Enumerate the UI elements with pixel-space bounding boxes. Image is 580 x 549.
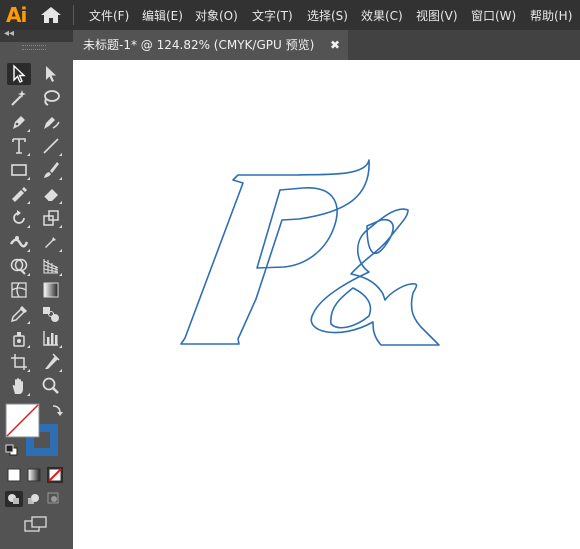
perspective-grid-icon	[43, 259, 59, 274]
menu-select[interactable]: 选择(S)	[307, 7, 348, 24]
color-mode-icon[interactable]	[7, 468, 21, 482]
type-icon	[12, 138, 26, 154]
column-graph-icon	[43, 331, 58, 346]
artboard-tool[interactable]	[7, 351, 31, 373]
direct-selection-tool-icon	[46, 66, 56, 82]
slice-icon	[45, 353, 60, 369]
fill-stroke-widget[interactable]	[4, 402, 68, 462]
hand-tool[interactable]	[7, 375, 31, 397]
document-tab-bar: 未标题-1* @ 124.82% (CMYK/GPU 预览) ✖	[73, 30, 580, 60]
draw-normal-icon[interactable]	[5, 491, 23, 507]
curvature-icon	[44, 117, 60, 129]
default-colors-icon[interactable]	[5, 444, 18, 456]
menu-type[interactable]: 文字(T)	[252, 7, 293, 24]
direct-selection-tool[interactable]	[39, 63, 63, 85]
zoom-icon	[42, 377, 59, 394]
screen-mode-icon[interactable]	[24, 515, 48, 533]
menu-window[interactable]: 窗口(W)	[471, 7, 516, 24]
gradient-tool[interactable]	[39, 279, 63, 301]
blend-icon	[43, 307, 59, 322]
tools-collapse-bar[interactable]: ◂◂	[0, 28, 73, 42]
none-mode-icon[interactable]	[47, 467, 63, 483]
shaper-icon	[12, 187, 27, 202]
selection-tool-icon	[13, 64, 26, 83]
scale-icon	[43, 210, 59, 226]
zoom-tool[interactable]	[39, 375, 63, 397]
close-tab-icon[interactable]: ✖	[330, 30, 340, 60]
fill-swatch[interactable]	[5, 403, 40, 438]
slice-tool[interactable]	[39, 351, 63, 373]
app-logo: Ai	[6, 3, 27, 27]
draw-mode-row	[5, 491, 59, 507]
eyedropper-tool[interactable]	[7, 303, 31, 325]
curvature-tool[interactable]	[39, 111, 63, 133]
rectangle-icon	[11, 164, 27, 176]
shape-builder-tool[interactable]	[7, 255, 31, 277]
line-tool[interactable]	[39, 135, 63, 157]
menu-help[interactable]: 帮助(H)	[530, 7, 572, 24]
menu-bar: Ai 文件(F) 编辑(E) 对象(O) 文字(T) 选择(S) 效果(C) 视…	[0, 0, 580, 30]
scale-tool[interactable]	[39, 207, 63, 229]
type-tool[interactable]	[7, 135, 31, 157]
width-icon	[9, 236, 29, 248]
pen-icon	[13, 116, 25, 129]
document-tab[interactable]: 未标题-1* @ 124.82% (CMYK/GPU 预览)	[73, 30, 348, 60]
lasso-icon	[44, 90, 60, 106]
mesh-tool[interactable]	[7, 279, 31, 301]
color-mode-row	[7, 467, 63, 483]
symbol-sprayer-icon	[13, 332, 25, 347]
magic-wand-icon	[11, 90, 26, 106]
paintbrush-icon	[44, 162, 59, 178]
shaper-tool[interactable]	[7, 183, 31, 205]
selection-tool[interactable]	[7, 63, 31, 85]
rectangle-tool[interactable]	[7, 159, 31, 181]
pen-tool[interactable]	[7, 111, 31, 133]
column-graph-tool[interactable]	[39, 327, 63, 349]
puppet-warp-icon	[45, 235, 56, 248]
eyedropper-icon	[10, 305, 28, 323]
menu-object[interactable]: 对象(O)	[195, 7, 238, 24]
document-tab-title: 未标题-1* @ 124.82% (CMYK/GPU 预览)	[83, 38, 315, 52]
artwork-letter-p[interactable]	[180, 159, 370, 345]
menu-edit[interactable]: 编辑(E)	[142, 7, 183, 24]
paintbrush-tool[interactable]	[39, 159, 63, 181]
magic-wand-tool[interactable]	[7, 87, 31, 109]
artwork-ampersand[interactable]	[310, 208, 440, 346]
hand-icon	[12, 378, 23, 394]
width-tool[interactable]	[7, 231, 31, 253]
symbol-sprayer-tool[interactable]	[7, 327, 31, 349]
home-icon[interactable]	[40, 6, 62, 24]
artboard-canvas[interactable]	[73, 60, 580, 549]
swap-icon[interactable]	[52, 405, 63, 416]
artwork[interactable]	[73, 60, 580, 549]
artboard-icon	[11, 354, 27, 370]
eraser-tool[interactable]	[39, 183, 63, 205]
line-icon	[43, 138, 59, 154]
menu-view[interactable]: 视图(V)	[416, 7, 458, 24]
puppet-warp-tool[interactable]	[39, 231, 63, 253]
draw-inside-icon[interactable]	[47, 492, 59, 504]
gradient-icon	[43, 282, 59, 298]
blend-tool[interactable]	[39, 303, 63, 325]
shape-builder-icon	[10, 258, 28, 275]
mesh-icon	[11, 282, 27, 298]
menu-file[interactable]: 文件(F)	[89, 7, 129, 24]
gradient-mode-icon[interactable]	[27, 468, 41, 482]
perspective-grid-tool[interactable]	[39, 255, 63, 277]
lasso-tool[interactable]	[39, 87, 63, 109]
menu-divider	[73, 5, 74, 25]
menu-effect[interactable]: 效果(C)	[361, 7, 403, 24]
draw-behind-icon[interactable]	[28, 494, 39, 504]
eraser-icon	[43, 189, 58, 202]
rotate-tool[interactable]	[7, 207, 31, 229]
tools-grip[interactable]	[22, 45, 46, 50]
collapse-icon[interactable]: ◂◂	[4, 28, 14, 39]
rotate-icon	[13, 210, 25, 224]
